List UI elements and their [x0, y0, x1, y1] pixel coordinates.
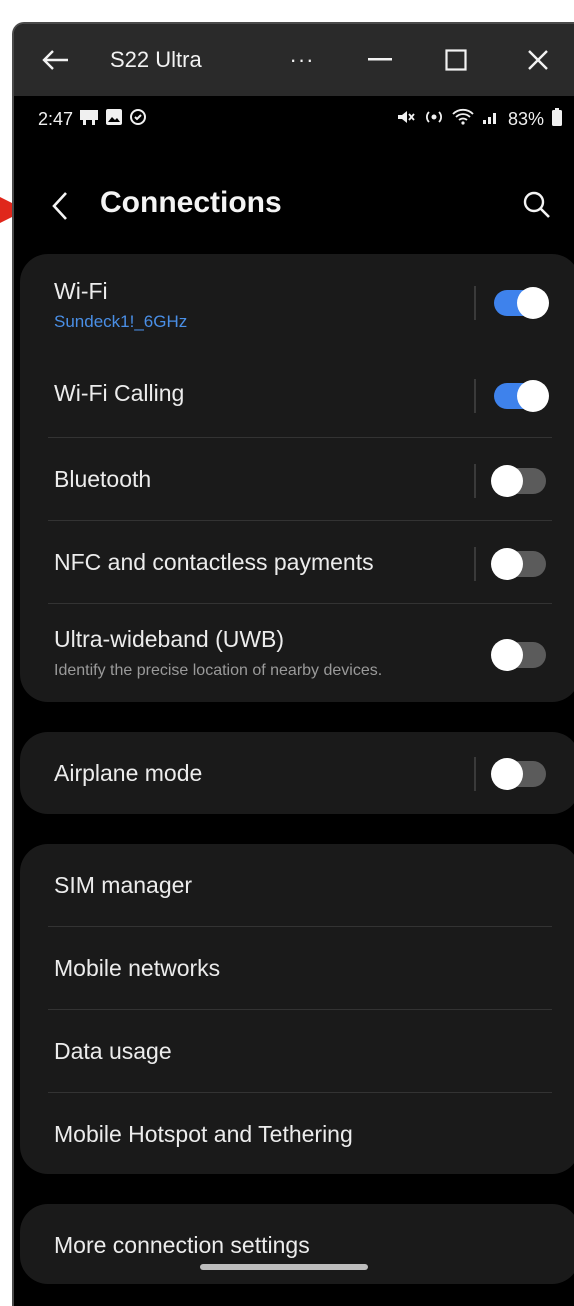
airplane-label: Airplane mode: [54, 760, 203, 786]
battery-percent: 83%: [507, 109, 544, 129]
row-separator: [474, 286, 476, 320]
row-separator: [474, 757, 476, 791]
uwb-label: Ultra-wideband (UWB): [54, 626, 285, 652]
nfc-row[interactable]: NFC and contactless payments: [20, 521, 574, 603]
wifi-row[interactable]: Wi-Fi Sundeck1!_6GHz: [20, 254, 574, 352]
nfc-label: NFC and contactless payments: [54, 549, 374, 575]
airplane-row[interactable]: Airplane mode: [20, 732, 574, 814]
back-chevron-icon[interactable]: [50, 190, 70, 227]
data-usage-label: Data usage: [54, 1038, 172, 1064]
sim-manager-label: SIM manager: [54, 872, 193, 898]
wifi-toggle[interactable]: [494, 287, 549, 319]
wifi-calling-row[interactable]: Wi-Fi Calling: [20, 352, 574, 437]
bluetooth-row[interactable]: Bluetooth: [20, 438, 574, 520]
wifi-calling-toggle[interactable]: [494, 380, 549, 412]
wifi-label: Wi-Fi: [54, 278, 108, 304]
search-icon[interactable]: [522, 190, 552, 225]
minimize-icon[interactable]: [358, 24, 402, 96]
page-header: Connections: [14, 164, 574, 254]
more-connection-settings-label: More connection settings: [54, 1232, 310, 1258]
more-settings-card: More connection settings: [20, 1204, 574, 1284]
row-separator: [474, 379, 476, 413]
signal-icon: [482, 109, 500, 130]
airplane-card: Airplane mode: [20, 732, 574, 814]
window-title: S22 Ultra: [110, 47, 202, 72]
list-item-data-usage[interactable]: Data usage: [20, 1010, 574, 1092]
status-bar: 2:47 83%: [14, 96, 574, 146]
wifi-icon: [452, 108, 474, 131]
window-titlebar: S22 Ultra ···: [14, 24, 574, 96]
network-card: SIM manager Mobile networks Data usage M…: [20, 844, 574, 1174]
wifi-calling-label: Wi-Fi Calling: [54, 380, 185, 406]
airplane-toggle[interactable]: [491, 758, 546, 790]
phone-window: S22 Ultra ··· 2:47 83% Connections Wi-Fi…: [12, 22, 574, 1306]
uwb-description: Identify the precise location of nearby …: [54, 662, 383, 679]
list-item-mobile-networks[interactable]: Mobile networks: [20, 927, 574, 1009]
back-arrow-icon[interactable]: [34, 24, 78, 96]
more-options-icon[interactable]: ···: [282, 24, 322, 96]
notification-app-icon: [79, 108, 99, 131]
bluetooth-label: Bluetooth: [54, 466, 152, 492]
sync-icon: [129, 108, 147, 131]
page-title: Connections: [100, 186, 282, 219]
list-item-sim-manager[interactable]: SIM manager: [20, 844, 574, 926]
mobile-networks-label: Mobile networks: [54, 955, 221, 981]
status-time: 2:47: [38, 109, 74, 129]
bluetooth-toggle[interactable]: [491, 465, 546, 497]
uwb-toggle[interactable]: [491, 639, 546, 671]
row-separator: [474, 464, 476, 498]
mute-icon: [396, 108, 416, 131]
list-item-hotspot[interactable]: Mobile Hotspot and Tethering: [20, 1093, 574, 1174]
maximize-icon[interactable]: [434, 24, 478, 96]
close-icon[interactable]: [516, 24, 560, 96]
battery-icon: [552, 108, 562, 131]
gallery-icon: [105, 108, 123, 131]
row-separator: [474, 547, 476, 581]
connections-card-main: Wi-Fi Sundeck1!_6GHz Wi-Fi Calling Bluet…: [20, 254, 574, 702]
uwb-row[interactable]: Ultra-wideband (UWB) Identify the precis…: [20, 604, 574, 702]
nfc-toggle[interactable]: [491, 548, 546, 580]
wifi-network-name: Sundeck1!_6GHz: [54, 312, 188, 331]
hotspot-label: Mobile Hotspot and Tethering: [54, 1121, 353, 1147]
hotspot-icon: [424, 108, 444, 131]
home-indicator[interactable]: [200, 1264, 368, 1270]
more-connection-settings-row[interactable]: More connection settings: [20, 1204, 574, 1284]
